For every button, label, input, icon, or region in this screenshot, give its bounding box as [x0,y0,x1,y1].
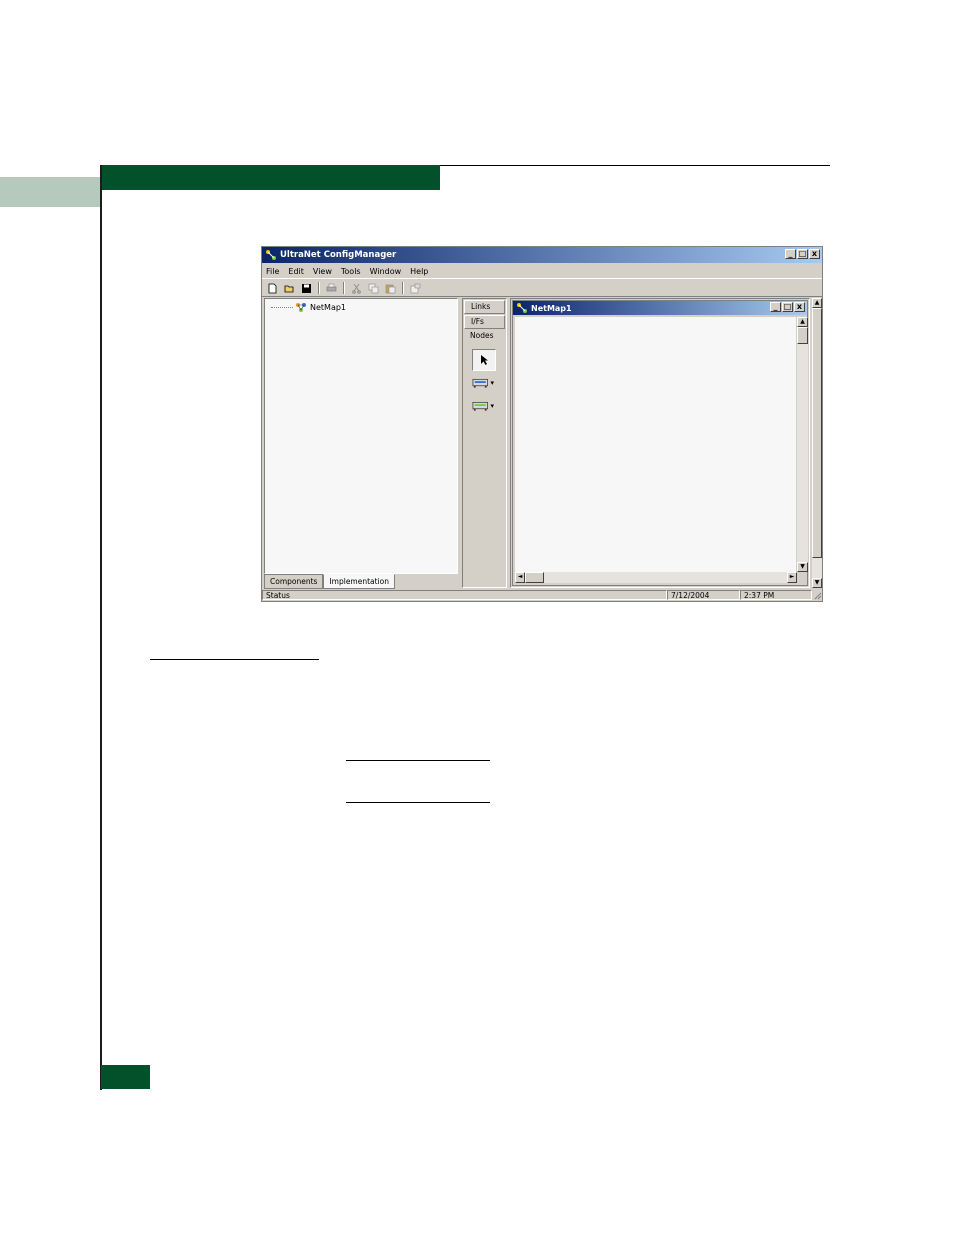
header-green-bar [101,165,440,190]
tree-connector [271,307,293,308]
save-icon[interactable] [299,282,313,295]
palette-tab-ifs[interactable]: I/Fs [464,315,505,329]
network-map-icon [296,303,306,312]
open-folder-icon[interactable] [282,282,296,295]
minimize-button[interactable]: _ [785,249,796,259]
pointer-tool-button[interactable] [472,349,496,371]
resize-grip-icon[interactable] [812,590,822,600]
menu-edit[interactable]: Edit [288,267,304,276]
network-map-canvas[interactable] [515,317,796,572]
child-title: NetMap1 [531,303,572,313]
network-map-icon [517,303,527,313]
child-title-bar[interactable]: NetMap1 _ □ x [513,301,807,315]
menu-tools[interactable]: Tools [341,267,361,276]
maximize-button[interactable]: □ [797,249,808,259]
tab-components[interactable]: Components [264,574,324,589]
app-window: UltraNet ConfigManager _ □ x File Edit V… [261,246,823,602]
palette-tab-nodes[interactable]: Nodes [464,330,505,342]
app-title-bar[interactable]: UltraNet ConfigManager _ □ x [262,247,822,263]
node-tool-button[interactable]: ▾ [472,396,494,416]
scroll-left-icon[interactable]: ◄ [515,572,525,583]
app-title: UltraNet ConfigManager [280,250,397,260]
status-text: Status [262,590,667,600]
pointer-icon [481,355,488,365]
netmap-child-window: NetMap1 _ □ x ▲ ▼ ◄ ► [512,300,808,586]
palette-tab-links[interactable]: Links [464,300,505,314]
print-icon[interactable] [324,282,338,295]
node-device-icon [472,401,488,411]
header-rule [440,165,830,166]
copy-icon[interactable] [366,282,380,295]
scroll-up-icon[interactable]: ▲ [797,317,808,327]
status-bar: Status 7/12/2004 2:37 PM [262,590,822,601]
child-close-button[interactable]: x [794,302,805,312]
page-gray-tab [0,177,101,207]
menu-help[interactable]: Help [410,267,428,276]
section-rule [150,659,319,660]
new-file-icon[interactable] [265,282,279,295]
status-date: 7/12/2004 [667,590,740,600]
section-rule [346,760,490,761]
dropdown-arrow-icon[interactable]: ▾ [490,402,494,410]
tab-implementation[interactable]: Implementation [323,574,396,589]
child-maximize-button[interactable]: □ [782,302,793,312]
scroll-up-icon[interactable]: ▲ [812,298,822,308]
close-button[interactable]: x [809,249,820,259]
left-margin-rule [100,165,102,1090]
mdi-area: NetMap1 _ □ x ▲ ▼ ◄ ► [510,298,810,588]
tree-node-netmap[interactable]: NetMap1 [271,302,346,313]
tool-palette: Links I/Fs Nodes ▾ ▾ [462,298,507,588]
section-rule [346,802,490,803]
scroll-right-icon[interactable]: ► [787,572,797,583]
menu-view[interactable]: View [313,267,332,276]
node-device-icon [472,378,488,388]
main-vertical-scrollbar[interactable]: ▲ ▼ [812,298,822,588]
child-horizontal-scrollbar[interactable]: ◄ ► [515,572,797,583]
tree-node-label: NetMap1 [310,303,347,312]
scroll-thumb[interactable] [797,327,808,344]
child-vertical-scrollbar[interactable]: ▲ ▼ [797,317,808,572]
scroll-down-icon[interactable]: ▼ [797,562,808,572]
cut-icon[interactable] [349,282,363,295]
paste-icon[interactable] [383,282,397,295]
tree-tabs: Components Implementation [264,574,458,589]
menu-file[interactable]: File [266,267,279,276]
menu-bar: File Edit View Tools Window Help [262,264,822,279]
properties-icon[interactable] [408,282,422,295]
app-network-icon [266,250,276,260]
menu-window[interactable]: Window [370,267,402,276]
status-time: 2:37 PM [740,590,812,600]
toolbar [262,280,822,297]
scroll-thumb[interactable] [525,572,544,583]
dropdown-arrow-icon[interactable]: ▾ [490,379,494,387]
node-tool-button[interactable]: ▾ [472,373,494,393]
scroll-thumb[interactable] [812,308,822,558]
tree-panel[interactable]: NetMap1 [264,298,458,574]
child-minimize-button[interactable]: _ [770,302,781,312]
scroll-down-icon[interactable]: ▼ [812,578,822,588]
footer-green-block [101,1065,150,1089]
